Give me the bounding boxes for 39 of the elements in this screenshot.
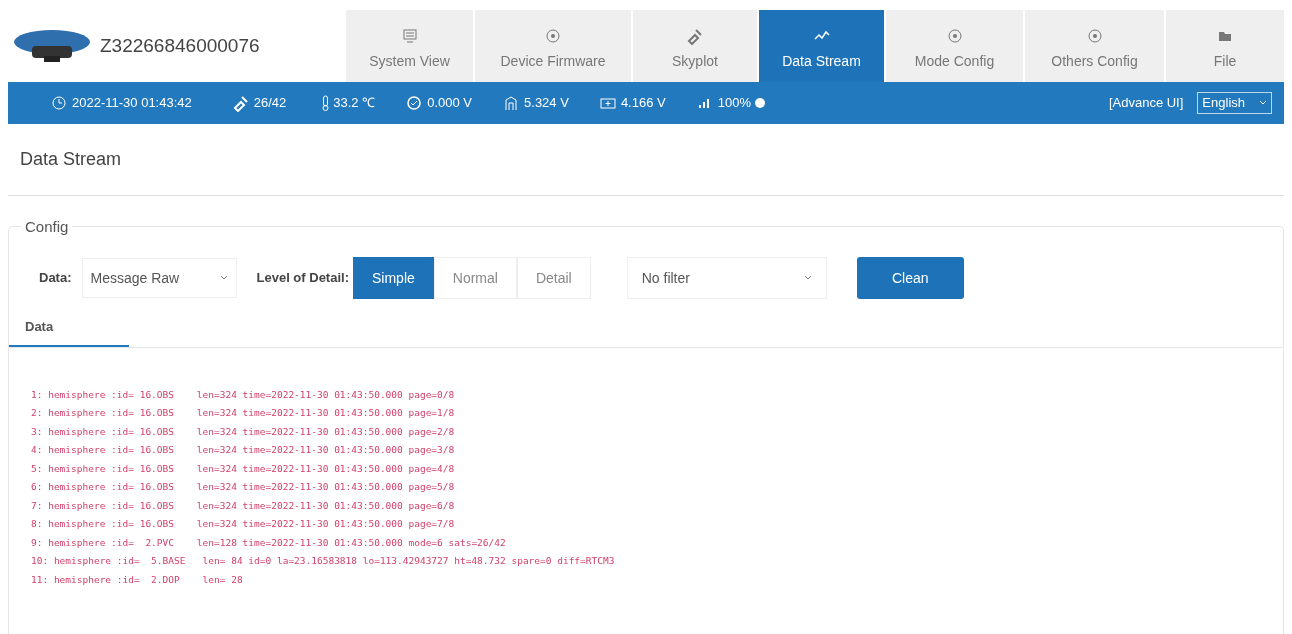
circle-icon bbox=[544, 27, 562, 45]
status-value: 0.000 V bbox=[427, 94, 473, 113]
detail-option[interactable]: Normal bbox=[433, 257, 517, 299]
data-tab[interactable]: Data bbox=[9, 309, 129, 347]
chevron-icon bbox=[803, 275, 812, 281]
detail-label: Level of Detail: bbox=[256, 269, 349, 288]
thermometer-icon bbox=[322, 95, 330, 111]
status-value: 26/42 bbox=[253, 94, 287, 113]
log-output: 1: hemisphere :id= 16.OBS len=324 time=2022-11-30 01:43:50.000 page=0/8 2: hemisphere :id= 16.OBS len=324 time=2022-11-30 01:43:50.000 page=1/8 3: hemisphere :id= 16.OBS len=324 time=2022-11-30 01:43:50.000 page=2/8 4: hemisphere :id= 16.OBS len=324 time=2022-11-30 01:43:50.000 page=3/8 5: hemisphere :id= 16.OBS len=324 time=2022-11-30 01:43:50.000 page=4/8 6: hemisphere :id= 16.OBS len=324 time=2022-11-30 01:43:50.000 page=5/8 7: hemisphere :id= 16.OBS len=324 time=2022-11-30 01:43:50.000 page=6/8 8: hemisphere :id= 16.OBS len=324 time=2022-11-30 01:43:50.000 page=7/8 9: hemisphere :id= 2.PVC len=128 time=2022-11-30 01:43:50.000 mode=6 sats=26/42 10: hemisphere :id= 5.BASE len= 84 id=0 la=23.16583818 lo=113.42943727 ht=48.732 spare=0 diff=RTCM3 11: hemisphere :id= 2.DOP len= 28 bbox=[30, 387, 616, 587]
status-value: 4.166 V bbox=[620, 94, 666, 113]
circle-icon bbox=[945, 27, 964, 45]
page-title: Data Stream bbox=[20, 148, 123, 171]
gauge-icon bbox=[405, 94, 424, 112]
nav-tab[interactable]: Others Config bbox=[1025, 10, 1164, 82]
circle-icon bbox=[1085, 27, 1104, 45]
nav-tab[interactable]: Skyplot bbox=[633, 10, 757, 82]
status-value: 5.324 V bbox=[524, 94, 569, 113]
clock-icon bbox=[50, 94, 68, 112]
monitor-icon bbox=[400, 27, 419, 45]
status-value: 33.2 ℃ bbox=[333, 94, 376, 113]
nav-tab[interactable]: File bbox=[1166, 10, 1284, 82]
nav-tab[interactable]: System View bbox=[346, 10, 473, 82]
language-dropdown[interactable]: English bbox=[1197, 92, 1272, 114]
chevron-icon bbox=[219, 275, 228, 281]
nav-tab[interactable]: Mode Config bbox=[886, 10, 1023, 82]
status-value: 100% bbox=[717, 94, 751, 113]
nav-tab[interactable]: Data Stream bbox=[759, 10, 884, 82]
status-dot-icon bbox=[754, 98, 765, 108]
advance-ui-link[interactable]: [Advance UI] bbox=[1108, 93, 1184, 113]
clean-button[interactable]: Clean bbox=[856, 257, 964, 299]
filter-dropdown[interactable]: No filter bbox=[626, 257, 827, 299]
detail-option[interactable]: Detail bbox=[516, 257, 591, 299]
detail-option[interactable]: Simple bbox=[353, 257, 434, 299]
chevron-icon bbox=[1259, 100, 1267, 106]
data-label: Data: bbox=[39, 269, 72, 288]
data-dropdown[interactable]: Message Raw bbox=[81, 258, 237, 298]
status-value: 2022-11-30 01:43:42 bbox=[72, 94, 192, 113]
nav-tab[interactable]: Device Firmware bbox=[475, 10, 631, 82]
device-serial: Z32266846000076 bbox=[100, 33, 260, 58]
